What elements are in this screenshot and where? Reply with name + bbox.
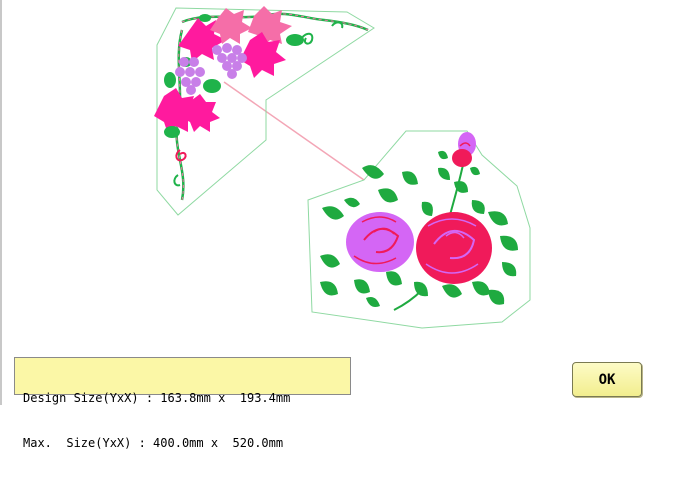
embroidery-preview-screen: Design Size(YxX) : 163.8mm x 193.4mm Max… [0,0,688,450]
violet-rose [346,212,414,272]
rosebud [452,132,476,167]
max-size-readout: Max. Size(YxX) : 400.0mm x 520.0mm [23,436,284,450]
red-rose [416,212,492,284]
design-preview-canvas [154,6,531,329]
grape-cluster [212,43,247,79]
ok-button[interactable]: OK [572,362,642,397]
design-size-info-panel: Design Size(YxX) : 163.8mm x 193.4mm Max… [14,357,351,450]
rose-design [307,130,531,329]
design-size-readout: Design Size(YxX) : 163.8mm x 193.4mm [23,391,291,405]
connector-line [223,81,365,181]
